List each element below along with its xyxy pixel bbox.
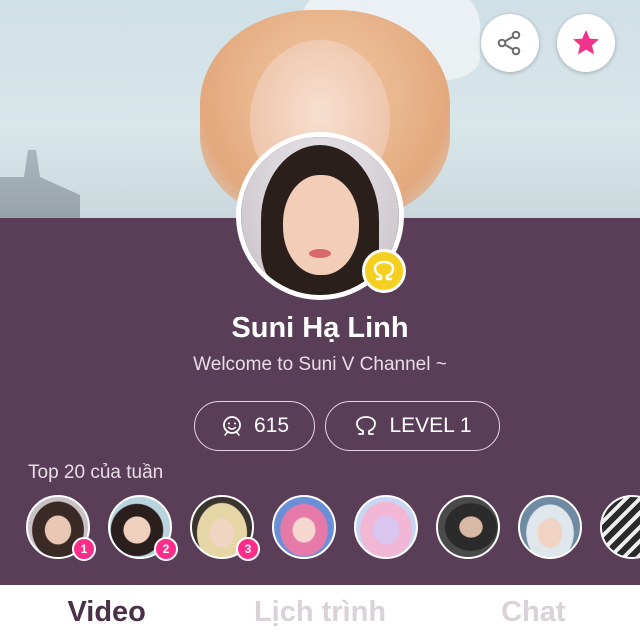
top-fans-title: Top 20 của tuần xyxy=(28,462,164,483)
share-button[interactable] xyxy=(481,14,539,72)
level-button[interactable]: LEVEL 1 xyxy=(325,401,500,451)
tab-video[interactable]: Video xyxy=(0,596,213,629)
fans-icon xyxy=(223,416,241,436)
rank-badge: 2 xyxy=(154,537,178,561)
fan-avatar[interactable] xyxy=(354,495,418,559)
avatar-lips xyxy=(309,249,331,258)
profile-tagline: Welcome to Suni V Channel ~ xyxy=(193,354,447,375)
tab-chat[interactable]: Chat xyxy=(427,596,640,629)
omega-badge-icon xyxy=(362,249,406,293)
rank-badge: 1 xyxy=(72,537,96,561)
tab-schedule[interactable]: Lịch trình xyxy=(213,596,426,629)
fan-avatar[interactable] xyxy=(272,495,336,559)
avatar-face xyxy=(283,175,359,275)
level-label: LEVEL 1 xyxy=(389,414,472,437)
star-icon xyxy=(573,30,599,55)
tab-bar: Video Lịch trình Chat xyxy=(0,585,640,640)
fan-avatar[interactable] xyxy=(436,495,500,559)
fan-avatar[interactable] xyxy=(600,495,640,559)
top-fans-list: 1 2 3 xyxy=(26,495,640,565)
share-icon xyxy=(497,30,521,56)
favorite-button[interactable] xyxy=(557,14,615,72)
rank-badge: 3 xyxy=(236,537,260,561)
fan-avatar[interactable] xyxy=(518,495,582,559)
profile-name: Suni Hạ Linh xyxy=(231,312,409,344)
level-heart-icon xyxy=(356,416,377,435)
fans-count: 615 xyxy=(253,414,290,437)
fans-count-button[interactable]: 615 xyxy=(194,401,315,451)
